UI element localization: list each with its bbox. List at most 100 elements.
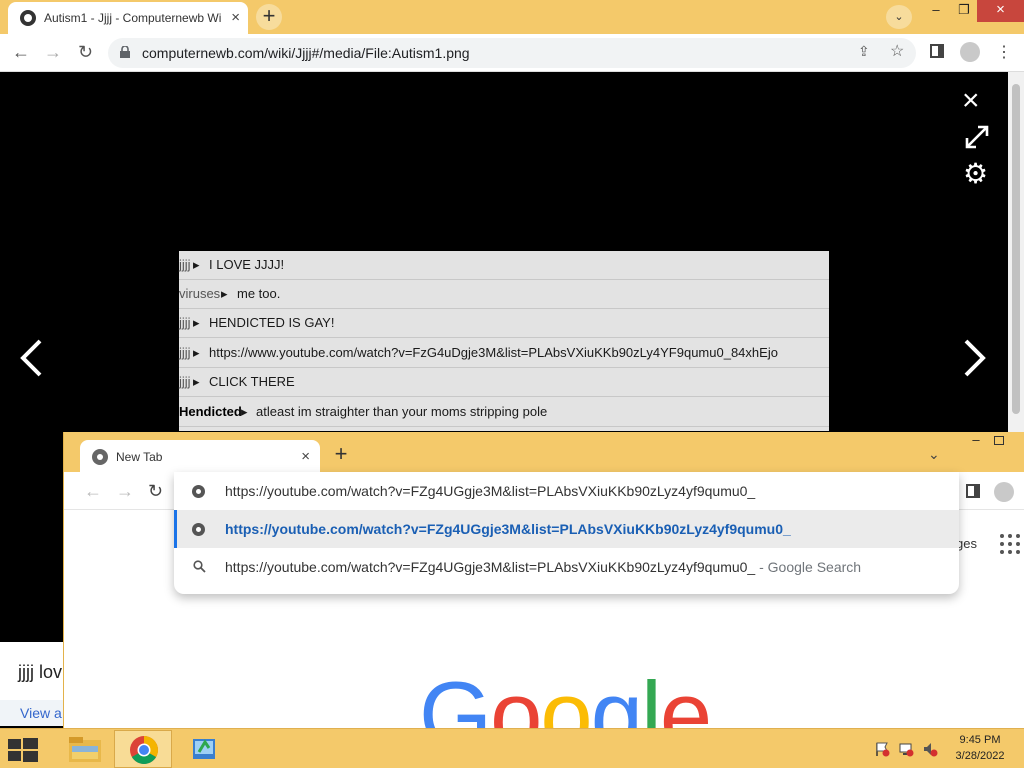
- chat-username: viruses: [179, 286, 221, 301]
- forward-button[interactable]: →: [116, 481, 134, 502]
- chat-message: atleast im straighter than your moms str…: [256, 404, 548, 419]
- chat-arrow-icon: ▸: [193, 257, 200, 272]
- reload-button[interactable]: ↻: [78, 42, 93, 63]
- action-center-flag-icon[interactable]: [874, 741, 890, 757]
- google-logo-letter: o: [490, 662, 542, 729]
- chat-arrow-icon: ▸: [193, 315, 200, 330]
- profile-avatar[interactable]: [994, 482, 1014, 502]
- tab-title: Autism1 - Jjjj - Computernewb Wiki: [44, 11, 222, 25]
- forward-button[interactable]: →: [44, 42, 62, 63]
- previous-image-arrow-icon[interactable]: [18, 338, 44, 378]
- google-logo-letter: g: [590, 662, 643, 729]
- omnibox-input-text: https://youtube.com/watch?v=FZg4UGgje3M&…: [225, 483, 756, 499]
- taskbar: 9:45 PM 3/28/2022: [0, 728, 1024, 768]
- tab-search-chevron-icon[interactable]: ⌄: [928, 446, 940, 463]
- suggestion-url-item[interactable]: https://youtube.com/watch?v=FZg4UGgje3M&…: [174, 510, 959, 548]
- chat-log-image: jjjj ▸ I LOVE JJJJ! viruses ▸ me too. jj…: [179, 251, 829, 431]
- google-logo-letter: e: [659, 662, 712, 729]
- globe-icon: [192, 523, 205, 536]
- reload-button[interactable]: ↻: [148, 481, 163, 502]
- new-tab-button[interactable]: +: [328, 442, 354, 468]
- file-explorer-icon[interactable]: [56, 730, 114, 768]
- back-button[interactable]: ←: [12, 42, 30, 63]
- viewer-close-icon[interactable]: ×: [962, 86, 980, 116]
- google-logo-letter: l: [640, 662, 662, 729]
- menu-icon[interactable]: ⋮: [996, 42, 1012, 62]
- browser-titlebar: Autism1 - Jjjj - Computernewb Wiki × + ⌄…: [0, 0, 1024, 34]
- omnibox-suggestions-dropdown: https://youtube.com/watch?v=FZg4UGgje3M&…: [174, 472, 959, 594]
- chat-message: me too.: [237, 286, 281, 301]
- google-apps-grid-icon[interactable]: [1000, 534, 1020, 554]
- image-caption-text: jjjj lov: [18, 662, 63, 682]
- lock-icon: [120, 46, 130, 58]
- chat-username: jjjj: [179, 257, 191, 272]
- chat-username: jjjj: [179, 315, 191, 330]
- chrome-favicon-icon: [92, 449, 108, 465]
- start-windows-icon[interactable]: [8, 738, 38, 762]
- google-logo-letter: G: [419, 662, 492, 729]
- clock-time[interactable]: 9:45 PM: [950, 734, 1010, 746]
- globe-icon: [192, 485, 205, 498]
- chat-arrow-icon: ▸: [193, 374, 200, 389]
- next-image-arrow-icon[interactable]: [962, 338, 988, 378]
- chat-row: jjjj ▸ HENDICTED IS GAY!: [179, 309, 829, 338]
- browser-titlebar: New Tab × + ⌄ –: [64, 432, 1024, 472]
- maximize-button[interactable]: [994, 436, 1004, 445]
- app-taskbar-icon[interactable]: [175, 730, 233, 768]
- chat-row: jjjj ▸ https://www.youtube.com/watch?v=F…: [179, 339, 829, 368]
- new-tab-browser-window: New Tab × + ⌄ – ← → ↻ https://youtube.co…: [63, 432, 1024, 728]
- minimize-button[interactable]: –: [964, 432, 988, 452]
- volume-icon[interactable]: [922, 741, 938, 757]
- profile-avatar[interactable]: [960, 42, 980, 62]
- chat-message: https://www.youtube.com/watch?v=FzG4uDgj…: [209, 345, 778, 360]
- share-icon[interactable]: ⇪: [858, 43, 870, 60]
- chat-row: Hendicted ▸ atleast im straighter than y…: [179, 398, 829, 427]
- google-logo: Google: [419, 662, 712, 729]
- network-icon[interactable]: [898, 741, 914, 757]
- scrollbar-thumb[interactable]: [1012, 84, 1020, 414]
- bookmark-star-icon[interactable]: ☆: [890, 41, 904, 61]
- chat-arrow-icon: ▸: [193, 345, 200, 360]
- omnibox-input[interactable]: https://youtube.com/watch?v=FZg4UGgje3M&…: [174, 472, 959, 510]
- view-link[interactable]: View a: [20, 705, 62, 721]
- window-close-button[interactable]: ×: [977, 0, 1024, 22]
- tab-close-icon[interactable]: ×: [231, 9, 240, 26]
- tab-autism1[interactable]: Autism1 - Jjjj - Computernewb Wiki ×: [8, 2, 248, 34]
- new-tab-button[interactable]: +: [256, 4, 282, 30]
- tab-close-icon[interactable]: ×: [301, 448, 310, 465]
- chat-message: CLICK THERE: [209, 374, 295, 389]
- chat-row: jjjj ▸ I LOVE JJJJ!: [179, 251, 829, 280]
- chat-arrow-icon: ▸: [221, 286, 228, 301]
- chrome-taskbar-icon[interactable]: [114, 730, 172, 768]
- chat-row: viruses ▸ me too.: [179, 280, 829, 309]
- settings-gear-icon[interactable]: ⚙: [963, 158, 988, 190]
- browser-toolbar: ← → ↻ computernewb.com/wiki/Jjjj#/media/…: [0, 34, 1024, 72]
- address-bar[interactable]: computernewb.com/wiki/Jjjj#/media/File:A…: [108, 38, 916, 68]
- suggestion-search-text: https://youtube.com/watch?v=FZg4UGgje3M&…: [225, 559, 862, 575]
- side-panel-icon[interactable]: [930, 44, 944, 58]
- fullscreen-expand-icon[interactable]: [964, 124, 990, 150]
- image-caption-panel: jjjj lov View a: [0, 642, 64, 726]
- chat-message: HENDICTED IS GAY!: [209, 315, 335, 330]
- suggestion-url-text: https://youtube.com/watch?v=FZg4UGgje3M&…: [225, 521, 791, 537]
- tab-title: New Tab: [116, 450, 163, 464]
- tab-new-tab[interactable]: New Tab ×: [80, 440, 320, 472]
- google-search-suffix: - Google Search: [759, 559, 862, 575]
- chat-username: Hendicted: [179, 404, 242, 419]
- clock-date[interactable]: 3/28/2022: [950, 750, 1010, 762]
- chat-message: I LOVE JJJJ!: [209, 257, 285, 272]
- scrollbar[interactable]: [1008, 72, 1024, 432]
- suggestion-search-item[interactable]: https://youtube.com/watch?v=FZg4UGgje3M&…: [174, 548, 959, 586]
- chat-username: jjjj: [179, 374, 191, 389]
- back-button[interactable]: ←: [84, 481, 102, 502]
- google-logo-letter: o: [540, 662, 592, 729]
- images-link-partial[interactable]: ges: [956, 536, 977, 551]
- side-panel-icon[interactable]: [966, 484, 980, 498]
- search-icon: [193, 560, 206, 576]
- address-bar-url: computernewb.com/wiki/Jjjj#/media/File:A…: [142, 45, 470, 61]
- chat-arrow-icon: ▸: [241, 404, 248, 419]
- chat-row: jjjj ▸ CLICK THERE: [179, 368, 829, 397]
- tab-search-chevron-icon[interactable]: ⌄: [886, 5, 912, 29]
- restore-button[interactable]: ❐: [951, 0, 977, 22]
- minimize-button[interactable]: –: [921, 0, 951, 22]
